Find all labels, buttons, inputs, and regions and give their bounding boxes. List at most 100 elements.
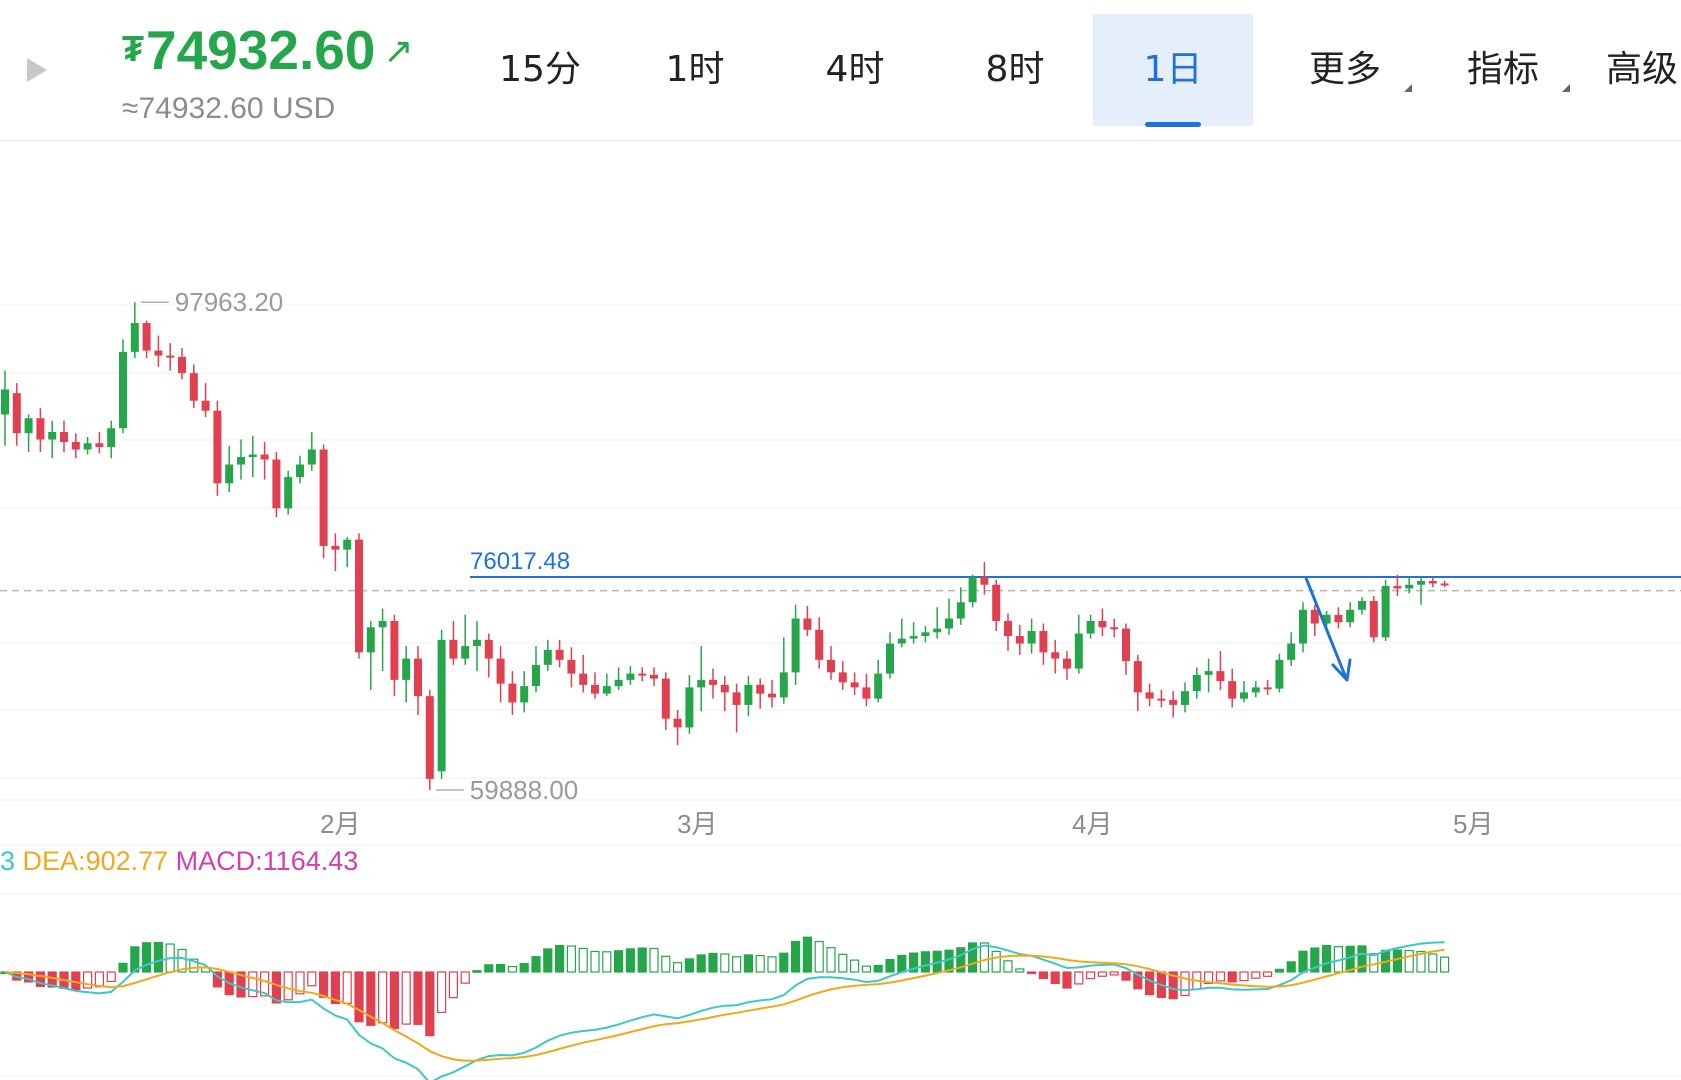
candle-body	[237, 457, 245, 465]
macd-bar	[1215, 971, 1226, 982]
candle-body	[1204, 671, 1213, 675]
candle-body	[779, 672, 788, 698]
candle-body	[307, 449, 316, 465]
macd-bar	[779, 952, 789, 973]
macd-bar	[1109, 971, 1119, 976]
candle-body	[1417, 580, 1425, 585]
candle-body	[638, 673, 647, 676]
candle-body	[1051, 652, 1060, 659]
candle-body	[425, 696, 434, 779]
candle-body	[1145, 692, 1154, 699]
candle-body	[1098, 621, 1107, 628]
candle-body	[1440, 583, 1449, 586]
candle-body	[602, 686, 611, 694]
macd-bar	[838, 953, 848, 973]
macd-bar	[531, 956, 541, 973]
macd-bar	[1003, 960, 1013, 973]
candle-body	[142, 323, 151, 351]
candle-body	[968, 577, 977, 603]
macd-bar	[142, 942, 152, 973]
candle-body	[1275, 659, 1284, 689]
macd-bar	[602, 951, 612, 973]
macd-bar	[920, 951, 931, 973]
level-label: 76017.48	[470, 548, 570, 575]
macd-bar	[342, 971, 352, 1004]
candles	[1, 302, 1449, 791]
macd-bar	[991, 950, 1001, 973]
candle-body	[284, 477, 293, 509]
macd-bar	[566, 945, 577, 973]
candle-body	[1405, 584, 1414, 589]
macd-bar	[460, 971, 470, 984]
candle-body	[1169, 699, 1178, 705]
month-label: 5月	[1453, 809, 1493, 839]
candle-body	[12, 393, 21, 434]
candle-body	[1157, 698, 1166, 701]
candle-body	[1428, 580, 1437, 584]
macd-bar	[106, 971, 116, 983]
candle-body	[1358, 601, 1366, 610]
candle-body	[248, 454, 257, 458]
macd-bar	[755, 954, 765, 973]
candle-body	[178, 356, 186, 374]
dea-value: DEA:902.77	[22, 846, 169, 876]
month-label: 2月	[320, 809, 360, 839]
macd-bar	[767, 956, 777, 973]
candle-body	[673, 718, 682, 728]
candle-body	[921, 632, 930, 637]
candle-body	[272, 459, 281, 509]
candle-body	[874, 673, 883, 699]
candle-body	[838, 672, 847, 683]
candle-body	[756, 684, 765, 694]
candle-body	[862, 687, 871, 699]
macd-bar	[802, 936, 813, 973]
candlestick-chart[interactable]: 76017.48 97963.20 59888.00 2月 3月 4月 5月	[0, 0, 1681, 1080]
candle-body	[484, 639, 493, 659]
candle-body	[496, 658, 505, 684]
candle-body	[24, 418, 33, 434]
macd-bar	[885, 958, 895, 973]
macd-bar	[1085, 971, 1096, 980]
macd-bar	[248, 971, 258, 998]
high-price-label: 97963.20	[175, 287, 283, 317]
macd-bar	[1062, 971, 1072, 989]
candle-body	[1216, 671, 1225, 682]
macd-bar	[1298, 950, 1308, 973]
macd-bar	[790, 940, 801, 973]
candle-body	[437, 639, 446, 772]
macd-bar	[814, 940, 824, 973]
candle-body	[579, 673, 588, 685]
candle-body	[744, 684, 753, 705]
macd-bar	[1074, 971, 1084, 985]
macd-bar	[1121, 971, 1131, 981]
macd-bar	[543, 948, 553, 973]
candle-body	[909, 636, 918, 639]
candle-body	[213, 410, 222, 484]
candle-body	[1110, 627, 1119, 630]
candle-body	[614, 679, 623, 687]
candle-body	[1346, 609, 1355, 623]
candle-body	[1381, 585, 1390, 638]
macd-bar	[437, 971, 447, 1013]
macd-bar	[613, 950, 624, 973]
candle-body	[166, 355, 175, 358]
candle-body	[319, 449, 328, 546]
candle-body	[543, 649, 552, 665]
candle-body	[1287, 643, 1296, 660]
candle-body	[697, 679, 706, 688]
macd-bar	[1428, 953, 1438, 973]
macd-value: MACD:1164.43	[175, 846, 359, 876]
candle-body	[461, 646, 470, 659]
candle-body	[331, 545, 340, 550]
macd-panel	[0, 936, 1450, 1080]
month-axis: 2月 3月 4月 5月	[320, 809, 1493, 839]
macd-bar	[661, 955, 671, 973]
candle-body	[1310, 609, 1319, 624]
macd-bar	[554, 945, 565, 973]
macd-bar	[1404, 949, 1414, 973]
candle-body	[296, 464, 304, 478]
macd-bar	[637, 947, 647, 973]
macd-bar	[684, 958, 695, 973]
candle-body	[260, 454, 269, 460]
candle-body	[980, 577, 989, 585]
